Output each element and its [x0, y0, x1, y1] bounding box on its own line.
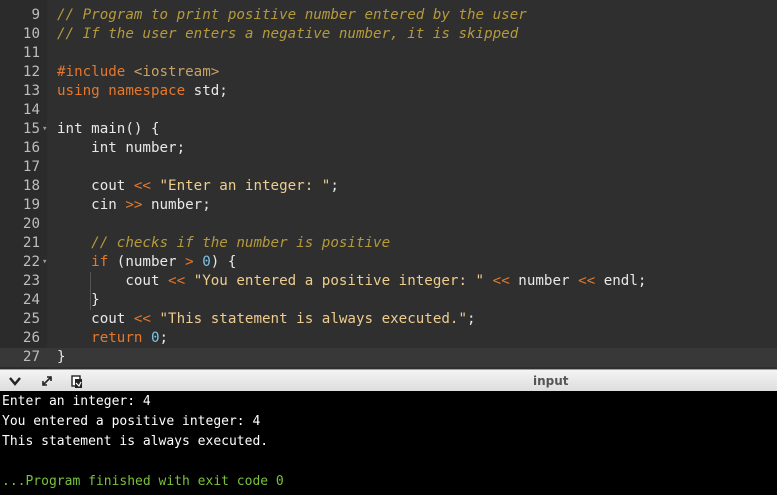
- code-line[interactable]: 12 #include <iostream>: [0, 63, 777, 82]
- code-text: int main() {: [57, 121, 160, 137]
- code-line[interactable]: 14: [0, 101, 777, 120]
- code-line[interactable]: 27}: [0, 348, 777, 367]
- code-text: // If the user enters a negative number,…: [57, 26, 519, 42]
- code-line[interactable]: 20: [0, 215, 777, 234]
- code-line[interactable]: 21 // checks if the number is positive: [0, 234, 777, 253]
- code-line[interactable]: 17: [0, 158, 777, 177]
- code-text: if (number > 0) {: [91, 254, 237, 270]
- code-line[interactable]: 10 // If the user enters a negative numbe…: [0, 25, 777, 44]
- code-line[interactable]: 23 cout << "You entered a positive integ…: [0, 272, 777, 291]
- chevron-down-icon[interactable]: [6, 373, 24, 389]
- console-line: This statement is always executed.: [2, 434, 269, 449]
- code-text: #include <iostream>: [57, 64, 220, 80]
- code-line[interactable]: 18 cout << "Enter an integer: ";: [0, 177, 777, 196]
- line-number: 19: [22, 197, 40, 213]
- code-line[interactable]: 15 ▾ int main() {: [0, 120, 777, 139]
- code-line[interactable]: 13 using namespace std;: [0, 82, 777, 101]
- code-line[interactable]: 22 ▾ if (number > 0) {: [0, 253, 777, 272]
- line-number: 22: [22, 254, 40, 270]
- code-text: int number;: [57, 140, 186, 156]
- code-text: }: [57, 349, 66, 365]
- console-input-label: input: [533, 374, 569, 388]
- line-number: 11: [22, 45, 40, 61]
- code-line[interactable]: 25 cout << "This statement is always exe…: [0, 310, 777, 329]
- line-number: 14: [22, 102, 40, 118]
- code-text: // checks if the number is positive: [91, 235, 391, 251]
- exit-status-line: ...Program finished with exit code 0: [2, 474, 284, 489]
- code-text: cout << "This statement is always execut…: [57, 311, 476, 327]
- code-line[interactable]: 9 // Program to print positive number ent…: [0, 6, 777, 25]
- fold-toggle-icon[interactable]: ▾: [42, 253, 47, 272]
- code-text: }: [57, 292, 100, 308]
- line-number: 13: [22, 83, 40, 99]
- console-line: You entered a positive integer: 4: [2, 414, 261, 429]
- line-number: 25: [22, 311, 40, 327]
- code-text: using namespace std;: [57, 83, 228, 99]
- indent-guide: [90, 272, 91, 310]
- line-number: 18: [22, 178, 40, 194]
- line-number: 27: [22, 349, 40, 365]
- line-number: 16: [22, 140, 40, 156]
- line-number: 20: [22, 216, 40, 232]
- code-line[interactable]: 24 }: [0, 291, 777, 310]
- console-toolbar: input: [0, 369, 777, 392]
- line-number: 23: [22, 273, 40, 289]
- code-text: return 0;: [91, 330, 169, 346]
- code-text: // Program to print positive number ente…: [57, 7, 527, 23]
- code-editor[interactable]: 9 // Program to print positive number ent…: [0, 0, 777, 369]
- line-number: 10: [22, 26, 40, 42]
- code-line[interactable]: 11: [0, 44, 777, 63]
- line-number: 26: [22, 330, 40, 346]
- line-number: 15: [22, 121, 40, 137]
- code-line[interactable]: 26 return 0;: [0, 329, 777, 348]
- code-line[interactable]: 19 cin >> number;: [0, 196, 777, 215]
- output-console[interactable]: Enter an integer: 4 You entered a positi…: [0, 391, 777, 495]
- copy-icon[interactable]: [68, 373, 86, 389]
- line-number: 21: [22, 235, 40, 251]
- line-number: 9: [31, 7, 40, 23]
- code-text: cout << "Enter an integer: ";: [57, 178, 339, 194]
- expand-icon[interactable]: [38, 373, 56, 389]
- line-number: 24: [22, 292, 40, 308]
- line-number: 12: [22, 64, 40, 80]
- console-line: Enter an integer: 4: [2, 394, 151, 409]
- line-number: 17: [22, 159, 40, 175]
- code-text: cin >> number;: [57, 197, 211, 213]
- fold-toggle-icon[interactable]: ▾: [42, 120, 47, 139]
- code-text: cout << "You entered a positive integer:…: [57, 273, 647, 289]
- code-line[interactable]: 16 int number;: [0, 139, 777, 158]
